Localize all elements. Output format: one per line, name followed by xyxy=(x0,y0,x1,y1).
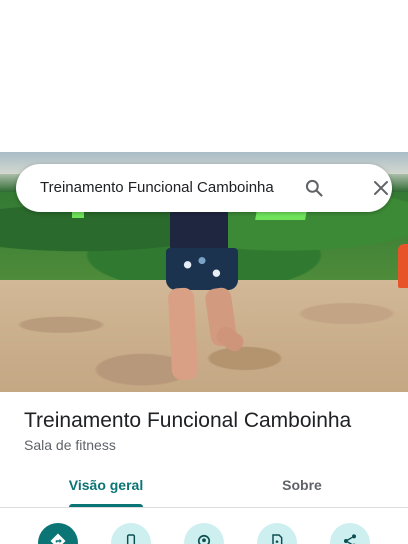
location-icon xyxy=(195,532,213,544)
share-button[interactable] xyxy=(330,523,370,544)
place-title: Treinamento Funcional Camboinha xyxy=(24,409,352,432)
active-tab-indicator xyxy=(69,504,143,507)
tab-about[interactable]: Sobre xyxy=(252,466,352,508)
search-input[interactable]: Treinamento Funcional Camboinha xyxy=(40,164,274,212)
save-icon xyxy=(269,533,285,544)
photo-sand xyxy=(0,280,408,392)
tab-bar: Visão geral Sobre xyxy=(0,466,408,508)
search-icon[interactable] xyxy=(302,176,326,200)
phone-icon xyxy=(123,533,139,544)
close-icon[interactable] xyxy=(369,176,393,200)
place-category: Sala de fitness xyxy=(24,437,116,453)
directions-icon xyxy=(49,532,67,544)
tab-overview[interactable]: Visão geral xyxy=(54,466,158,508)
photo-person-shorts xyxy=(166,248,238,290)
photo-cone xyxy=(398,244,408,288)
save-button[interactable] xyxy=(257,523,297,544)
photo-person-shirt xyxy=(170,208,228,252)
call-button[interactable] xyxy=(111,523,151,544)
share-icon xyxy=(342,533,358,544)
search-bar[interactable]: Treinamento Funcional Camboinha xyxy=(16,164,392,212)
photo-person-leg xyxy=(167,287,199,381)
directions-button[interactable] xyxy=(38,523,78,544)
nearby-button[interactable] xyxy=(184,523,224,544)
